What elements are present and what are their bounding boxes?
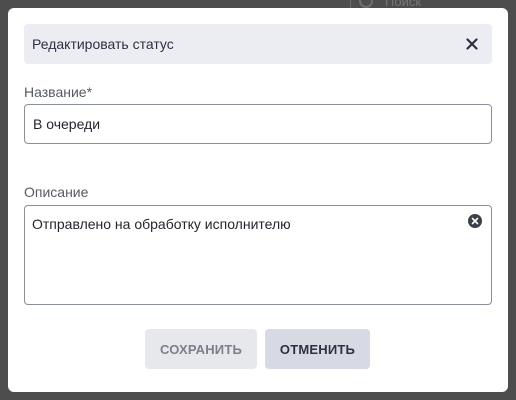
description-field: Отправлено на обработку исполнителю [24, 205, 492, 305]
clear-description-button[interactable] [468, 214, 482, 228]
dialog-title: Редактировать статус [32, 36, 174, 52]
description-field-label: Описание [24, 184, 89, 200]
name-input[interactable] [24, 104, 492, 144]
background-search-bar: Поиск [350, 0, 516, 8]
close-icon [466, 38, 478, 50]
close-button[interactable] [460, 32, 484, 56]
name-field-label: Название* [24, 84, 93, 100]
background-divider [350, 0, 351, 8]
background-search-placeholder: Поиск [385, 0, 422, 8]
search-icon [359, 0, 373, 8]
save-button[interactable]: СОХРАНИТЬ [145, 329, 257, 369]
clear-icon [471, 217, 479, 225]
edit-status-dialog: Редактировать статус Название* Описание … [8, 8, 508, 392]
cancel-button[interactable]: ОТМЕНИТЬ [265, 329, 370, 369]
description-textarea[interactable]: Отправлено на обработку исполнителю [25, 206, 491, 304]
dialog-header: Редактировать статус [24, 24, 492, 64]
